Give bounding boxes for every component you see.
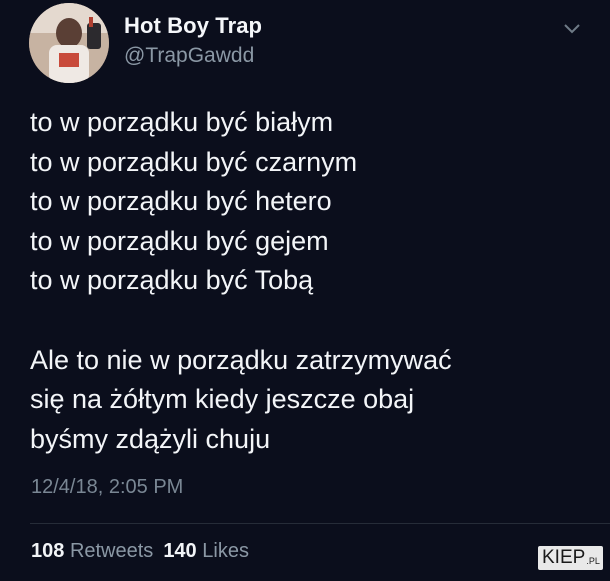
tweet-line: to w porządku być czarnym xyxy=(30,146,358,177)
avatar-image xyxy=(29,3,109,83)
watermark-suffix: .PL xyxy=(586,556,600,566)
tweet-stats: 108 Retweets 140 Likes xyxy=(31,540,249,563)
tweet-timestamp[interactable]: 12/4/18, 2:05 PM xyxy=(31,476,183,499)
likes-label: Likes xyxy=(202,540,249,562)
retweets-count: 108 xyxy=(31,540,65,562)
tweet-line: się na żółtym kiedy jeszcze obaj xyxy=(30,384,415,414)
watermark-text: KIEP xyxy=(542,547,586,568)
retweets-label: Retweets xyxy=(69,540,154,562)
likes-count: 140 xyxy=(163,540,197,562)
retweets-stat[interactable]: 108 Retweets xyxy=(31,540,153,562)
tweet-card: Hot Boy Trap @TrapGawdd to w porządku by… xyxy=(0,0,610,581)
user-handle[interactable]: @TrapGawdd xyxy=(124,44,254,68)
tweet-line: to w porządku być Tobą xyxy=(30,265,314,295)
tweet-line: Ale to nie w porządku zatrzymywać xyxy=(30,344,452,375)
display-name[interactable]: Hot Boy Trap xyxy=(124,13,262,39)
divider xyxy=(30,523,610,524)
tweet-line: byśmy zdążyli chuju xyxy=(30,423,271,454)
avatar[interactable] xyxy=(29,3,109,83)
tweet-line: to w porządku być hetero xyxy=(30,186,332,216)
likes-stat[interactable]: 140 Likes xyxy=(163,540,249,562)
chevron-down-icon[interactable] xyxy=(562,21,582,35)
tweet-line: to w porządku być gejem xyxy=(30,225,329,256)
tweet-line: to w porządku być białym xyxy=(30,107,334,137)
kiep-watermark: KIEP .PL xyxy=(538,546,603,570)
tweet-text: to w porządku być białym to w porządku b… xyxy=(30,103,452,459)
